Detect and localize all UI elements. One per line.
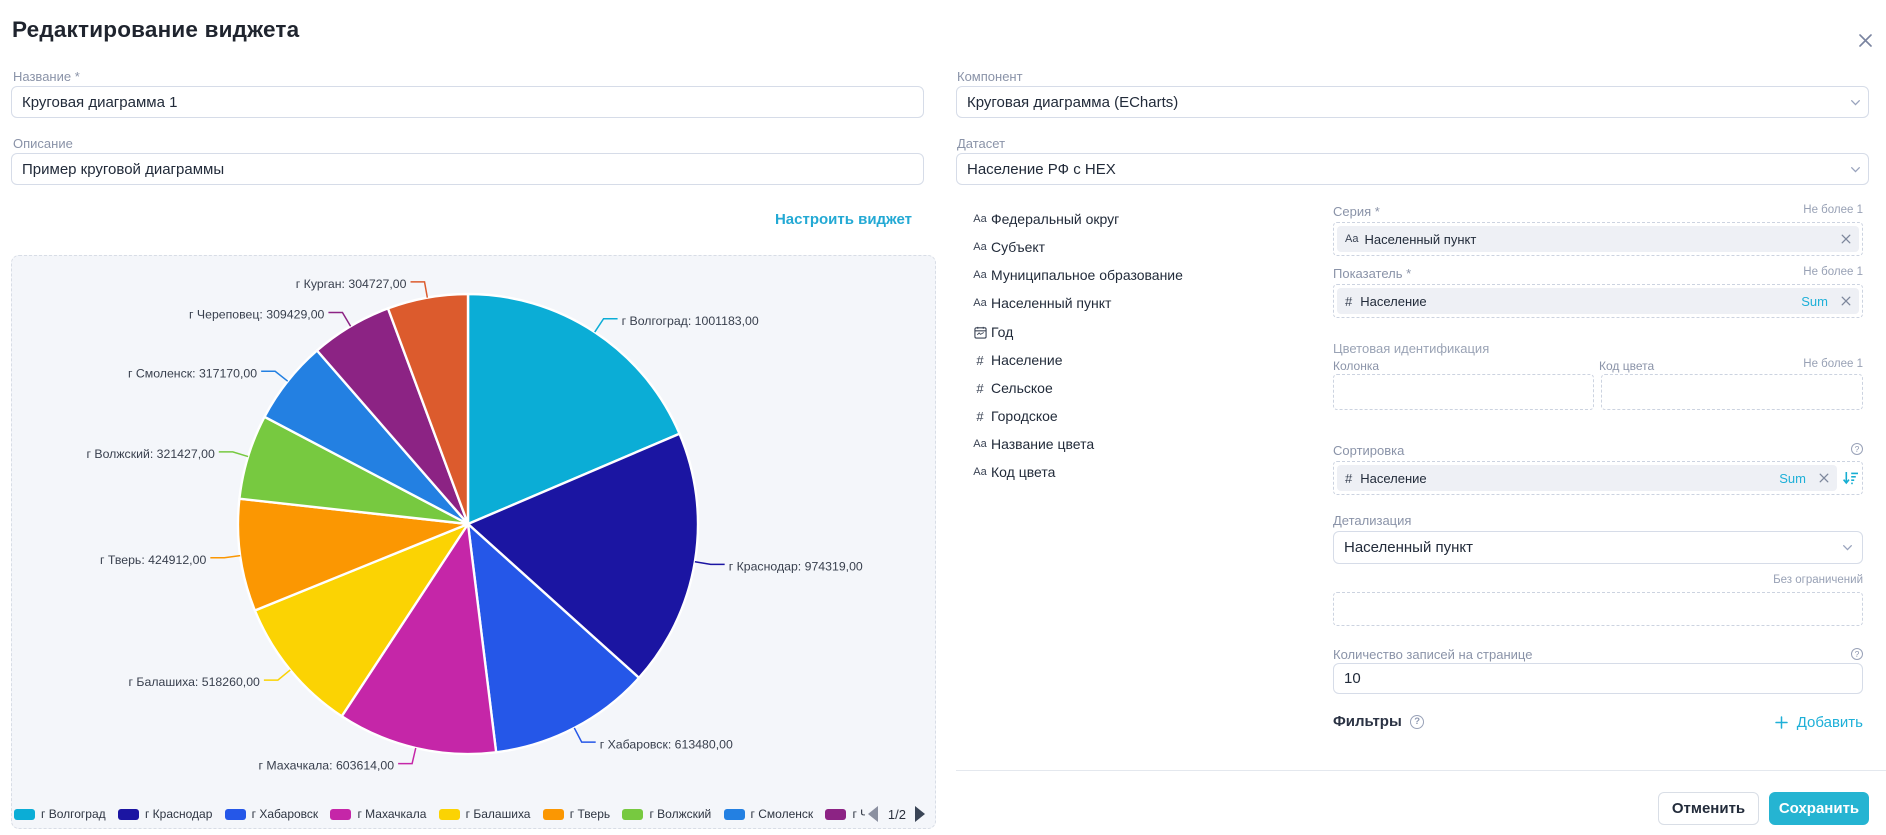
svg-text:г Череповец: 309429,00: г Череповец: 309429,00 <box>189 308 325 322</box>
svg-text:г Волжский: 321427,00: г Волжский: 321427,00 <box>86 447 214 461</box>
svg-text:г Волгоград: 1001183,00: г Волгоград: 1001183,00 <box>622 314 759 328</box>
svg-text:г Махачкала: 603614,00: г Махачкала: 603614,00 <box>259 759 395 773</box>
svg-text:г Краснодар: 974319,00: г Краснодар: 974319,00 <box>729 559 863 573</box>
svg-text:г Курган: 304727,00: г Курган: 304727,00 <box>296 277 407 291</box>
svg-text:г Тверь: 424912,00: г Тверь: 424912,00 <box>100 553 206 567</box>
svg-text:г Хабаровск: 613480,00: г Хабаровск: 613480,00 <box>600 737 733 751</box>
svg-text:г Смоленск: 317170,00: г Смоленск: 317170,00 <box>128 366 257 380</box>
svg-text:г Балашиха: 518260,00: г Балашиха: 518260,00 <box>129 675 261 689</box>
